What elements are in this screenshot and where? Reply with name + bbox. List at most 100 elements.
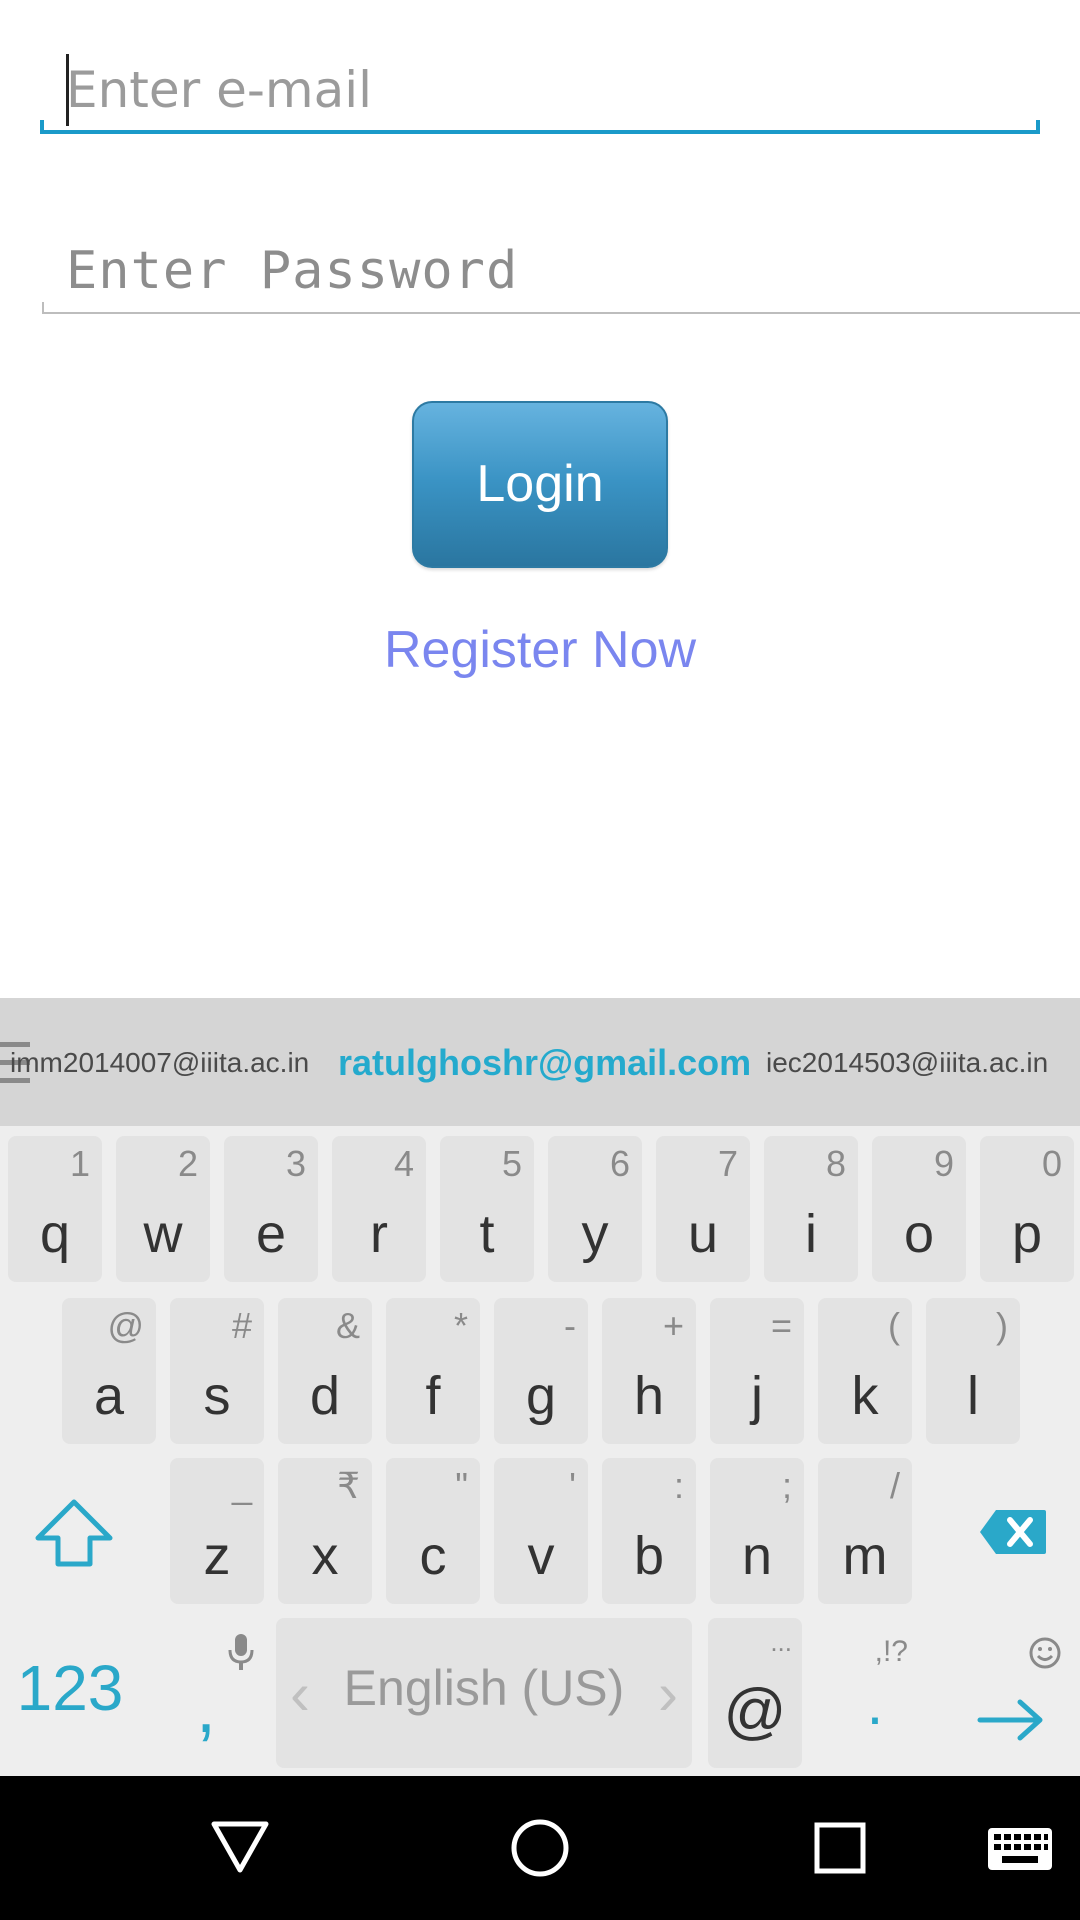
key-label: e <box>255 1204 287 1264</box>
key-v[interactable]: ' v <box>494 1458 588 1604</box>
key-e[interactable]: 3e <box>224 1136 318 1282</box>
key-hint: 7 <box>717 1143 738 1184</box>
key-hint: 6 <box>609 1143 630 1184</box>
key-c[interactable]: " c <box>386 1458 480 1604</box>
key-t[interactable]: 5t <box>440 1136 534 1282</box>
chevron-right-icon: › <box>658 1660 678 1727</box>
key-m[interactable]: / m <box>818 1458 912 1604</box>
key-g[interactable]: -g <box>494 1298 588 1444</box>
key-label: r <box>370 1204 388 1264</box>
password-placeholder: Enter Password <box>66 241 519 301</box>
key-hint: _ <box>231 1465 252 1506</box>
key-p[interactable]: 0p <box>980 1136 1074 1282</box>
key-hint: ; <box>781 1465 792 1506</box>
key-hint: * <box>453 1305 468 1346</box>
key-hint: 4 <box>393 1143 414 1184</box>
key-hint: : <box>673 1465 684 1506</box>
email-placeholder: Enter e-mail <box>66 61 373 119</box>
key-a[interactable]: @ a <box>62 1298 156 1444</box>
key-hint: / <box>889 1465 900 1506</box>
register-now-link[interactable]: Register Now <box>0 615 1080 685</box>
key-hint: ) <box>996 1305 1008 1346</box>
key-label: h <box>633 1366 665 1426</box>
key-n[interactable]: ; n <box>710 1458 804 1604</box>
key-i[interactable]: 8i <box>764 1136 858 1282</box>
key-label: p <box>1011 1204 1043 1264</box>
key-label: j <box>751 1366 763 1426</box>
soft-keyboard: 1q2w3e4r5t6y7u8i9o0p @ a # s & d * f - g + h = j(k) l … <box>0 1126 1080 1776</box>
shift-icon <box>35 1499 113 1567</box>
numbers-key[interactable]: 123 <box>0 1618 140 1768</box>
keyboard-icon[interactable] <box>988 1828 1052 1870</box>
key-w[interactable]: 2w <box>116 1136 210 1282</box>
key-hint: 5 <box>501 1143 522 1184</box>
key-b[interactable]: :b <box>602 1458 696 1604</box>
key-label: b <box>633 1526 665 1586</box>
key-q[interactable]: 1q <box>8 1136 102 1282</box>
nav-recents-icon[interactable] <box>814 1822 866 1874</box>
email-field[interactable]: Enter e-mail <box>40 40 1040 134</box>
key-d[interactable]: & d <box>278 1298 372 1444</box>
key-s[interactable]: # s <box>170 1298 264 1444</box>
key-hint: " <box>455 1465 468 1506</box>
enter-key[interactable] <box>944 1618 1080 1768</box>
shift-key[interactable] <box>8 1458 132 1604</box>
key-hint: 9 <box>933 1143 954 1184</box>
key-hint: - <box>564 1305 576 1346</box>
key-hint: ( <box>888 1305 900 1346</box>
emoji-icon <box>1029 1637 1061 1669</box>
key-label: f <box>425 1366 441 1426</box>
key-label: d <box>309 1366 341 1426</box>
key-f[interactable]: * f <box>386 1298 480 1444</box>
key-label: x <box>311 1526 339 1586</box>
key-label: a <box>93 1366 125 1426</box>
navigation-bar <box>0 1776 1080 1920</box>
delete-key[interactable] <box>952 1458 1072 1604</box>
key-hint: 3 <box>285 1143 306 1184</box>
key-l[interactable]: ) l <box>926 1298 1020 1444</box>
key-r[interactable]: 4r <box>332 1136 426 1282</box>
password-field[interactable]: Enter Password <box>42 226 1080 314</box>
login-form: Enter e-mail Enter Password Login Regist… <box>0 0 1080 998</box>
period-key-hint: ,!? <box>874 1635 908 1668</box>
key-hint: 1 <box>69 1143 90 1184</box>
key-y[interactable]: 6y <box>548 1136 642 1282</box>
key-hint: 2 <box>177 1143 198 1184</box>
arrow-right-icon <box>977 1699 1043 1741</box>
key-hint: # <box>231 1305 252 1346</box>
suggestion-left[interactable]: imm2014007@iiita.ac.in <box>10 998 312 1126</box>
comma-key[interactable]: , <box>150 1618 262 1768</box>
key-label: t <box>479 1204 495 1264</box>
key-k[interactable]: (k <box>818 1298 912 1444</box>
at-key-label: @ <box>723 1677 787 1746</box>
at-key[interactable]: ... @ <box>708 1618 802 1768</box>
numbers-key-label: 123 <box>16 1652 124 1724</box>
key-label: l <box>967 1366 979 1426</box>
key-label: m <box>842 1526 888 1586</box>
nav-back-icon[interactable] <box>210 1820 270 1874</box>
login-button[interactable]: Login <box>412 401 668 568</box>
nav-home-icon[interactable] <box>510 1818 570 1878</box>
key-h[interactable]: + h <box>602 1298 696 1444</box>
key-z[interactable]: _ z <box>170 1458 264 1604</box>
suggestion-right[interactable]: iec2014503@iiita.ac.in <box>766 998 1048 1126</box>
key-u[interactable]: 7u <box>656 1136 750 1282</box>
key-j[interactable]: = j <box>710 1298 804 1444</box>
at-key-hint: ... <box>770 1627 792 1657</box>
backspace-icon <box>980 1510 1046 1554</box>
suggestion-center[interactable]: ratulghoshr@gmail.com <box>338 998 751 1126</box>
key-label: g <box>525 1366 557 1426</box>
key-label: y <box>581 1204 609 1264</box>
key-label: v <box>527 1526 555 1586</box>
period-key[interactable]: ,!? . <box>816 1618 934 1768</box>
key-hint: & <box>335 1305 360 1346</box>
key-hint: ' <box>569 1465 576 1506</box>
key-x[interactable]: ₹ x <box>278 1458 372 1604</box>
comma-key-label: , <box>195 1668 216 1748</box>
key-hint: + <box>662 1305 684 1346</box>
key-label: q <box>39 1204 71 1264</box>
space-key-label: English (US) <box>343 1660 625 1716</box>
key-o[interactable]: 9o <box>872 1136 966 1282</box>
space-key[interactable]: ‹ English (US) › <box>276 1618 692 1768</box>
key-label: c <box>419 1526 447 1586</box>
